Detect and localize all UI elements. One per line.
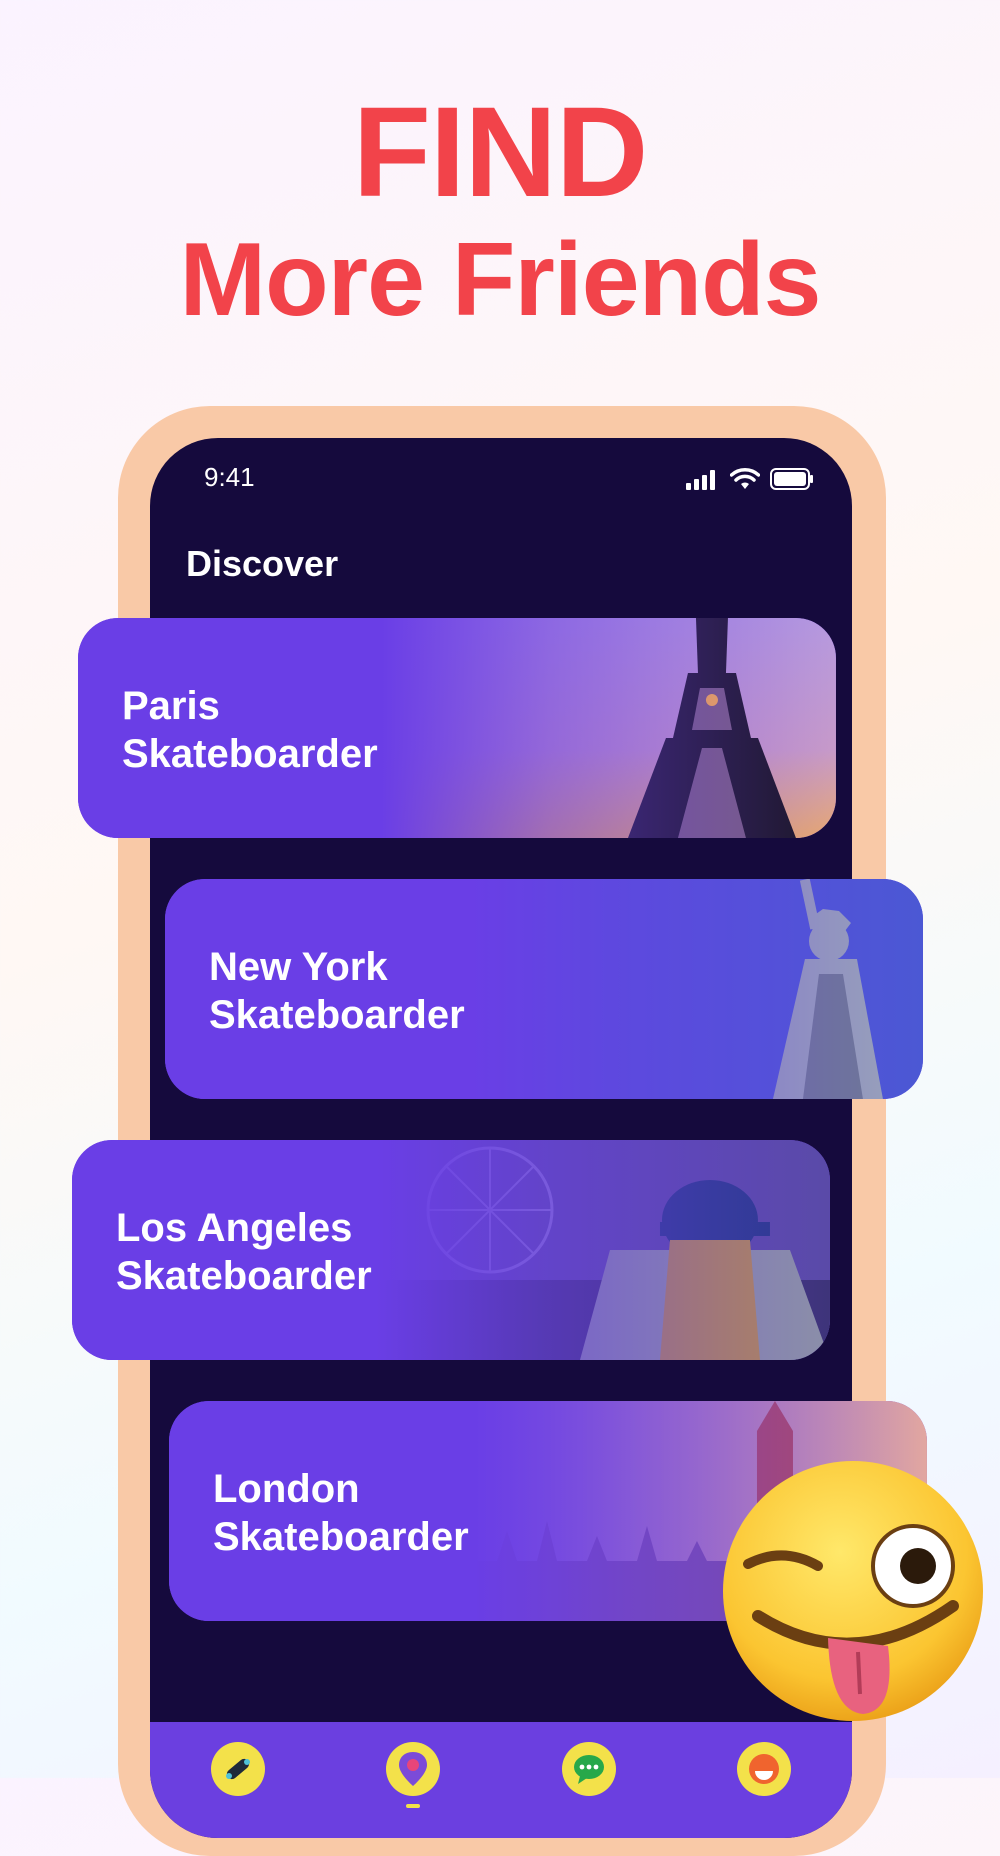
nav-messages[interactable]: [561, 1742, 616, 1796]
signal-icon: [686, 470, 715, 490]
winking-tongue-emoji: [723, 1461, 983, 1721]
bottom-nav: [150, 1722, 852, 1838]
nav-discover[interactable]: [386, 1742, 441, 1808]
card-subtitle: Skateboarder: [209, 993, 465, 1037]
card-city: London: [213, 1467, 360, 1511]
headline-more-friends: More Friends: [179, 222, 822, 338]
card-subtitle: Skateboarder: [122, 732, 378, 776]
nav-skateboard[interactable]: [210, 1742, 265, 1796]
card-label: London Skateboarder: [213, 1465, 469, 1561]
card-label: Los Angeles Skateboarder: [116, 1204, 372, 1300]
screen-title: Discover: [186, 543, 339, 584]
card-subtitle: Skateboarder: [116, 1254, 372, 1298]
nav-profile[interactable]: [737, 1742, 792, 1796]
skateboard-icon: [225, 1758, 250, 1780]
status-icons: [686, 468, 814, 490]
card-los-angeles[interactable]: Los Angeles Skateboarder: [72, 1140, 830, 1360]
card-paris[interactable]: Paris Skateboarder: [78, 618, 836, 838]
card-label: Paris Skateboarder: [122, 682, 378, 778]
status-time: 9:41: [204, 462, 255, 492]
card-new-york[interactable]: New York Skateboarder: [165, 879, 923, 1099]
battery-icon: [770, 468, 813, 490]
card-city: New York: [209, 945, 388, 989]
wifi-icon: [730, 468, 760, 489]
card-subtitle: Skateboarder: [213, 1515, 469, 1559]
card-label: New York Skateboarder: [209, 943, 465, 1039]
card-city: Paris: [122, 684, 220, 728]
card-city: Los Angeles: [116, 1206, 353, 1250]
chat-bubble-icon: [573, 1755, 604, 1784]
active-indicator: [406, 1804, 421, 1808]
profile-icon: [749, 1754, 780, 1784]
headline-find: FIND: [352, 81, 649, 224]
location-pin-icon: [399, 1752, 428, 1786]
